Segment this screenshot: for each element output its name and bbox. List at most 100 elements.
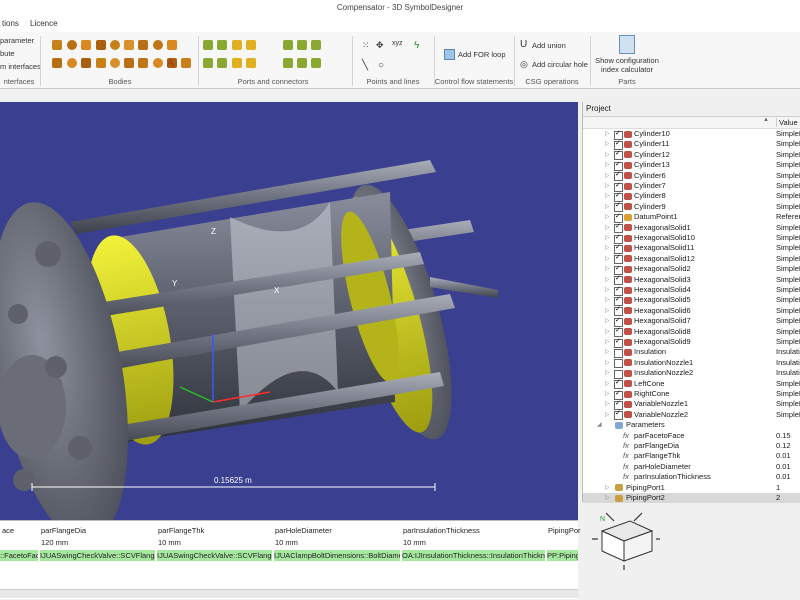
expand-arrow-icon[interactable]: ▷: [605, 295, 610, 305]
tree-item-parflangedia[interactable]: fx parFlangeDia 0.12: [583, 441, 800, 451]
tree-item-variablenozzle2[interactable]: ▷ VariableNozzle2 SimpleP: [583, 409, 800, 421]
tree-item-hexagonalsolid6[interactable]: ▷ HexagonalSolid6 SimpleP: [583, 305, 800, 317]
expand-arrow-icon[interactable]: ▷: [605, 181, 610, 191]
visibility-checkbox[interactable]: [614, 348, 623, 358]
port-connector-icon[interactable]: [217, 40, 227, 50]
tree-item-cylinder11[interactable]: ▷ Cylinder11 SimpleP: [583, 139, 800, 150]
expand-arrow-icon[interactable]: ▷: [605, 368, 610, 378]
tree-item-parfacetoface[interactable]: fx parFacetoFace 0.15: [583, 431, 800, 441]
tree-item-pipingport1[interactable]: ▷ PipingPort1 1: [583, 483, 800, 493]
menu-item-options[interactable]: tions: [2, 19, 19, 28]
expand-arrow-icon[interactable]: ▷: [605, 306, 610, 316]
grid-value-flange-thk[interactable]: 10 mm: [158, 538, 181, 547]
grid-header-facetoface[interactable]: ace: [2, 526, 14, 535]
grid-header-flange-dia[interactable]: parFlangeDia: [41, 526, 86, 535]
column-sort-icon[interactable]: ▲: [763, 117, 769, 123]
port-connector-icon[interactable]: [232, 40, 242, 50]
expand-arrow-icon[interactable]: ▷: [605, 389, 610, 399]
body-shape-icon[interactable]: [167, 40, 177, 50]
visibility-checkbox[interactable]: [614, 359, 623, 369]
grid-header-flange-thk[interactable]: parFlangeThk: [158, 526, 204, 535]
grid-binding-flange-thk[interactable]: IJUASwingCheckValve::SCVFlangeThk: [157, 550, 272, 561]
port-connector-icon[interactable]: [283, 40, 293, 50]
tree-item-parholediameter[interactable]: fx parHoleDiameter 0.01: [583, 462, 800, 472]
expand-arrow-icon[interactable]: ▷: [605, 347, 610, 357]
port-connector-icon[interactable]: [297, 58, 307, 68]
grid-header-piping-port[interactable]: PipingPor: [548, 526, 581, 535]
coordinate-icon[interactable]: xyz: [392, 40, 403, 50]
tree-item-hexagonalsolid4[interactable]: ▷ HexagonalSolid4 SimpleP: [583, 285, 800, 296]
body-shape-icon[interactable]: [52, 40, 62, 50]
text-body-icon[interactable]: A: [167, 58, 177, 69]
expand-arrow-icon[interactable]: ▷: [605, 150, 610, 160]
menu-item-licence[interactable]: Licence: [30, 19, 58, 28]
body-shape-icon[interactable]: [96, 58, 106, 68]
tree-item-variablenozzle1[interactable]: ▷ VariableNozzle1 SimpleP: [583, 399, 800, 410]
expand-arrow-icon[interactable]: ▷: [605, 493, 610, 503]
grid-value-flange-dia[interactable]: 120 mm: [41, 538, 68, 547]
circle-icon[interactable]: ○: [378, 60, 388, 71]
port-connector-icon[interactable]: [311, 40, 321, 50]
port-connector-icon[interactable]: [311, 58, 321, 68]
lightning-icon[interactable]: ϟ: [414, 40, 424, 51]
tree-item-hexagonalsolid8[interactable]: ▷ HexagonalSolid8 SimpleP: [583, 326, 800, 338]
port-connector-icon[interactable]: [203, 40, 213, 50]
body-shape-icon[interactable]: [52, 58, 62, 68]
expand-arrow-icon[interactable]: ▷: [605, 243, 610, 253]
port-connector-icon[interactable]: [297, 40, 307, 50]
body-shape-icon[interactable]: [181, 58, 191, 68]
grid-binding-flange-dia[interactable]: IJUASwingCheckValve::SCVFlangeDia: [40, 550, 155, 561]
body-shape-icon[interactable]: [124, 58, 134, 68]
grid-binding-facetoface[interactable]: ::FacetoFace: [0, 550, 38, 561]
tree-item-insulationnozzle1[interactable]: ▷ InsulationNozzle1 Insulatio: [583, 358, 800, 369]
body-shape-icon[interactable]: [138, 58, 148, 68]
tree-item-rightcone[interactable]: ▷ RightCone SimpleP: [583, 389, 800, 400]
grid-value-insulation-thickness[interactable]: 10 mm: [403, 538, 426, 547]
body-shape-icon[interactable]: [153, 40, 163, 50]
body-shape-icon[interactable]: [96, 40, 106, 50]
grid-binding-insulation-thickness[interactable]: OA:IJInsulationThickness::InsulationThic…: [402, 550, 545, 561]
collapse-arrow-icon[interactable]: ◢: [597, 420, 602, 430]
tree-item-hexagonalsolid1[interactable]: ▷ HexagonalSolid1 SimpleP: [583, 222, 800, 234]
tree-item-hexagonalsolid9[interactable]: ▷ HexagonalSolid9 SimpleP: [583, 337, 800, 348]
tree-item-insulationnozzle2[interactable]: ▷ InsulationNozzle2 Insulatio: [583, 368, 800, 379]
add-for-loop-button[interactable]: Add FOR loop: [458, 50, 506, 59]
port-connector-icon[interactable]: [246, 40, 256, 50]
tree-item-hexagonalsolid2[interactable]: ▷ HexagonalSolid2 SimpleP: [583, 264, 800, 275]
body-shape-icon[interactable]: [124, 40, 134, 50]
tree-item-insulation[interactable]: ▷ Insulation Insulatio: [583, 347, 800, 358]
grid-binding-hole-diameter[interactable]: IJUAClampBoltDimensions::BoltDiameter: [274, 550, 400, 561]
tree-item-hexagonalsolid3[interactable]: ▷ HexagonalSolid3 SimpleP: [583, 274, 800, 286]
tree-item-cylinder12[interactable]: ▷ Cylinder12 SimpleP: [583, 149, 800, 161]
tree-item-hexagonalsolid10[interactable]: ▷ HexagonalSolid10 SimpleP: [583, 233, 800, 244]
port-connector-icon[interactable]: [246, 58, 256, 68]
add-union-button[interactable]: Add union: [532, 41, 566, 50]
expand-arrow-icon[interactable]: ▷: [605, 212, 610, 222]
value-column-header[interactable]: Value: [776, 118, 798, 127]
visibility-checkbox[interactable]: [614, 337, 623, 348]
move-icon[interactable]: ✥: [376, 40, 386, 50]
body-shape-icon[interactable]: [138, 40, 148, 50]
expand-arrow-icon[interactable]: ▷: [605, 285, 610, 295]
expand-arrow-icon[interactable]: ▷: [605, 316, 610, 326]
ribbon-interfaces-button[interactable]: m interfaces: [0, 62, 41, 71]
tree-item-cylinder10[interactable]: ▷ Cylinder10 SimpleP: [583, 129, 800, 140]
expand-arrow-icon[interactable]: ▷: [605, 337, 610, 347]
show-configuration-calculator-button[interactable]: Show configuration index calculator: [594, 56, 660, 74]
tree-item-leftcone[interactable]: ▷ LeftCone SimpleP: [583, 378, 800, 390]
body-shape-icon[interactable]: [67, 58, 77, 68]
expand-arrow-icon[interactable]: ▷: [605, 129, 610, 139]
port-connector-icon[interactable]: [283, 58, 293, 68]
points-icon[interactable]: ⁙: [362, 40, 372, 50]
ribbon-attribute-button[interactable]: bute: [0, 49, 15, 58]
expand-arrow-icon[interactable]: ▷: [605, 191, 610, 201]
body-shape-icon[interactable]: [110, 58, 120, 68]
port-connector-icon[interactable]: [232, 58, 242, 68]
tree-item-hexagonalsolid12[interactable]: ▷ HexagonalSolid12 SimpleP: [583, 253, 800, 265]
tree-item-cylinder13[interactable]: ▷ Cylinder13 SimpleP: [583, 160, 800, 171]
expand-arrow-icon[interactable]: ▷: [605, 160, 610, 170]
tree-item-cylinder7[interactable]: ▷ Cylinder7 SimpleP: [583, 181, 800, 192]
body-shape-icon[interactable]: [81, 58, 91, 68]
expand-arrow-icon[interactable]: ▷: [605, 358, 610, 368]
tree-item-cylinder8[interactable]: ▷ Cylinder8 SimpleP: [583, 191, 800, 202]
